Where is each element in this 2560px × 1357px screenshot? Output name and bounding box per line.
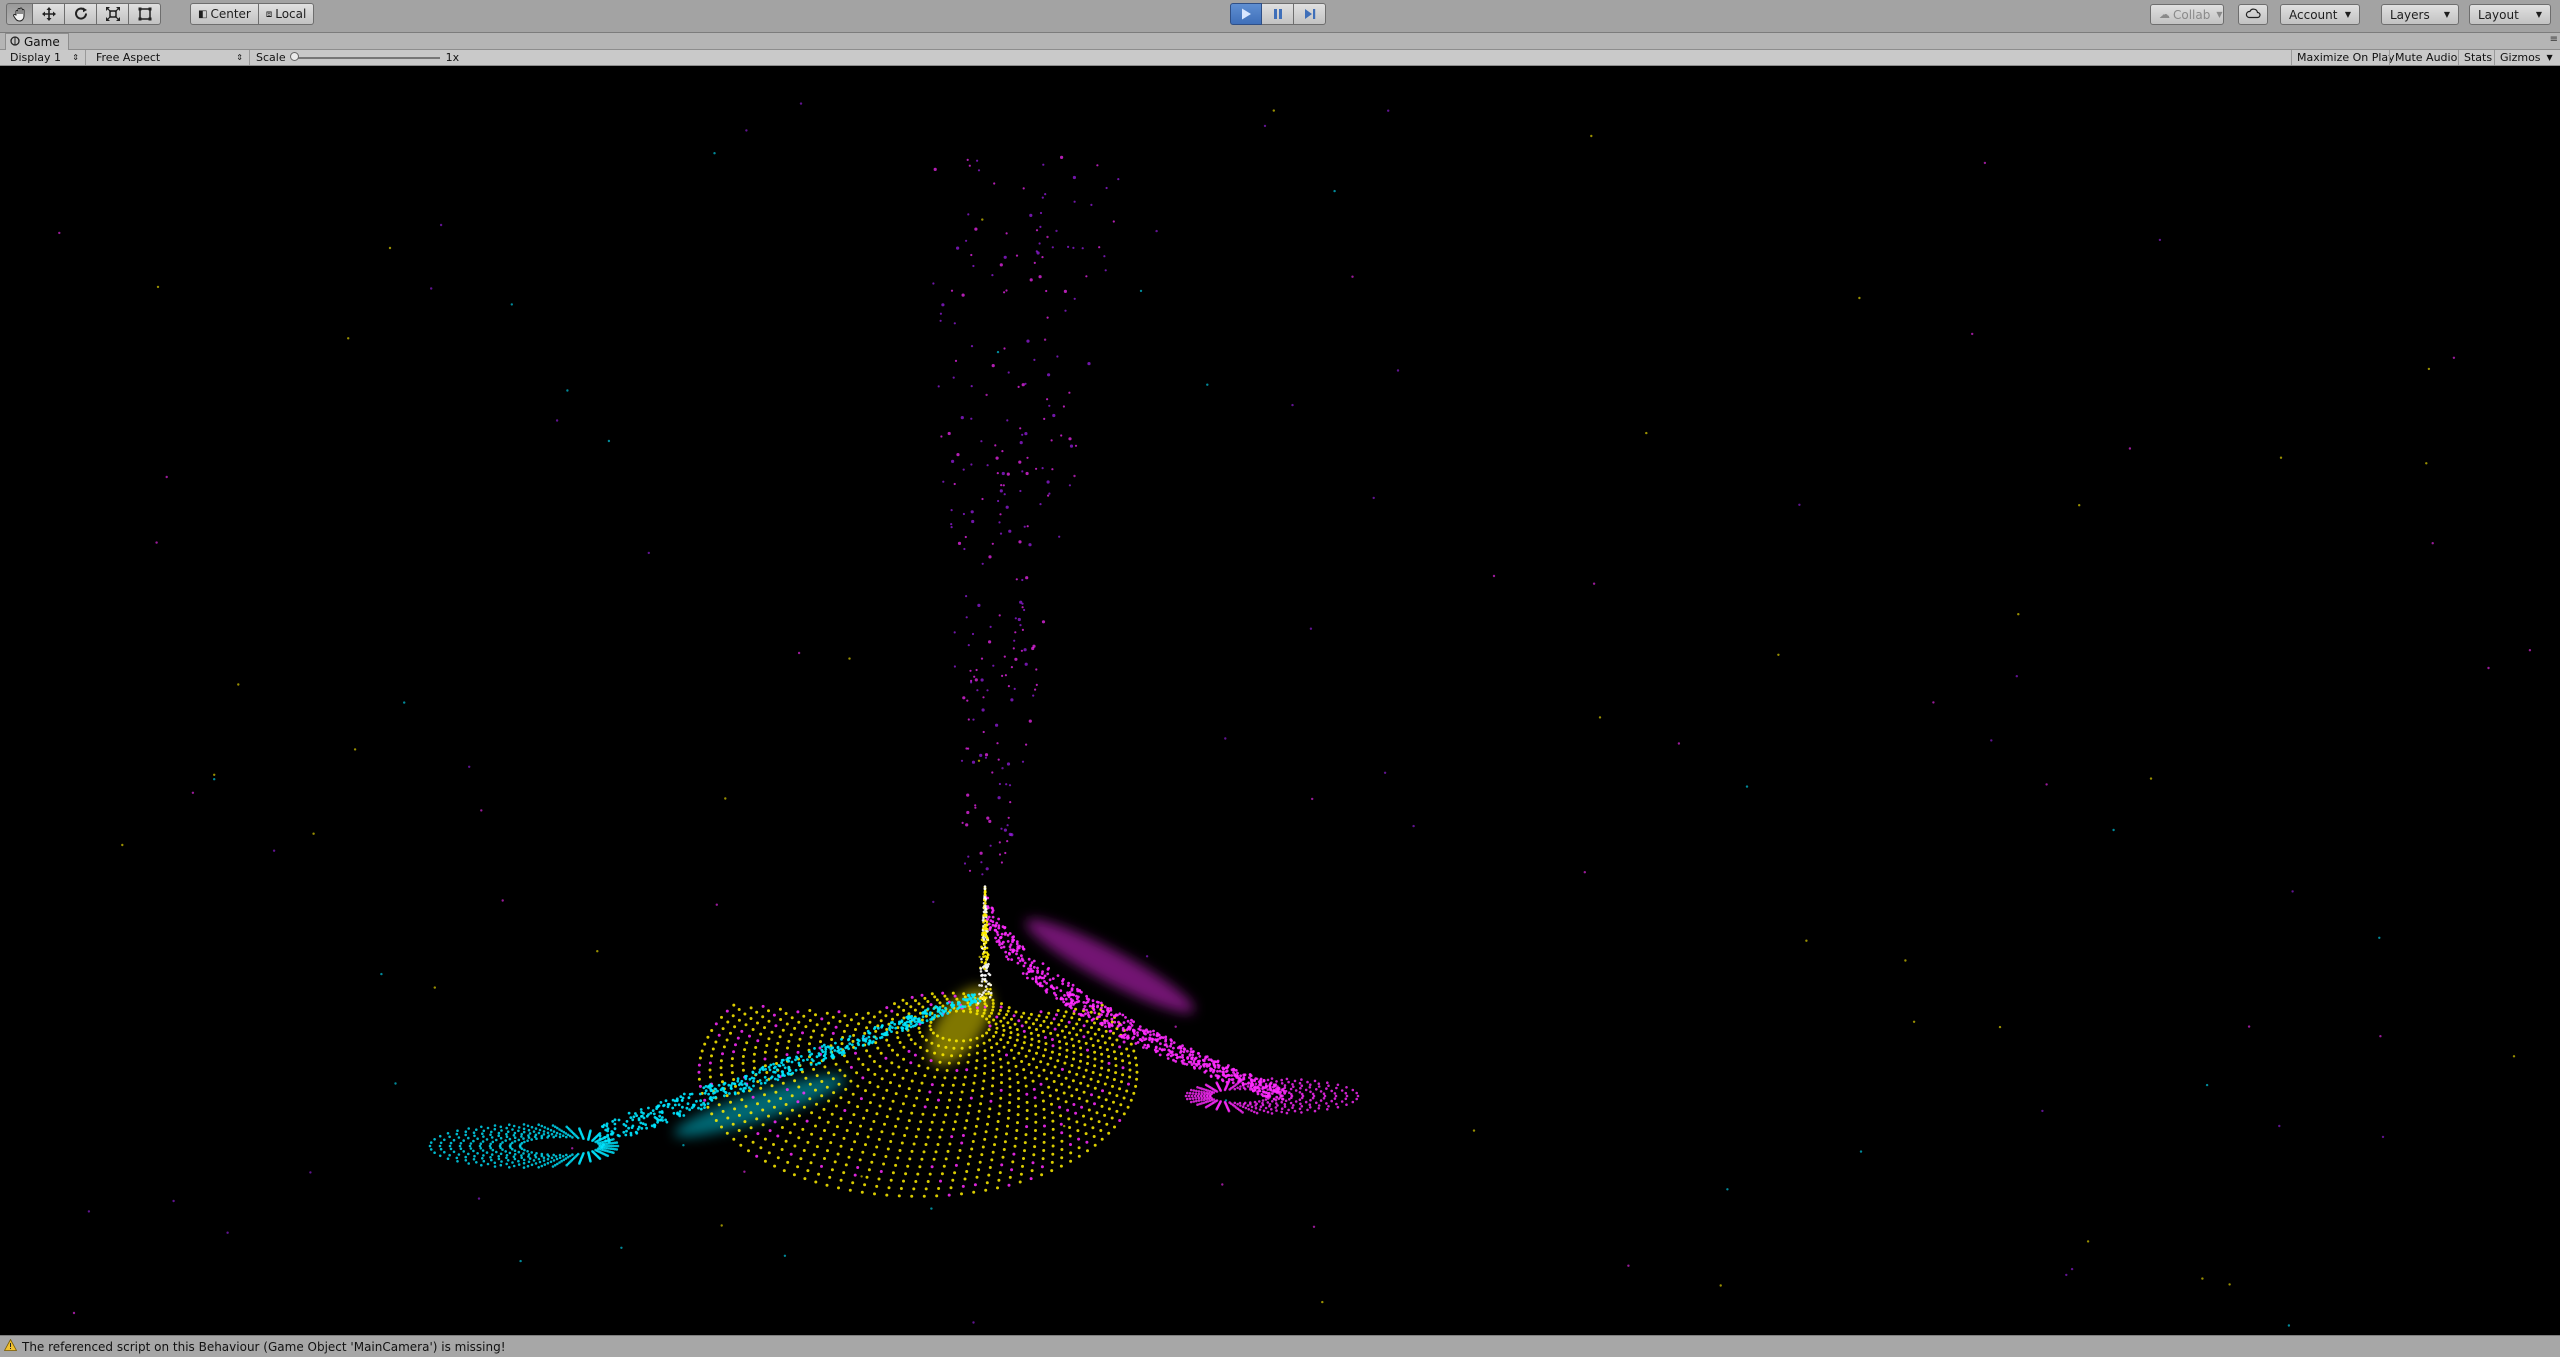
select-arrows-icon: ⇕	[72, 53, 79, 62]
panel-menu-icon[interactable]: ≡	[2550, 34, 2558, 45]
transform-tools	[6, 3, 161, 25]
layout-dropdown[interactable]: Layout ▼	[2469, 4, 2551, 25]
chevron-down-icon: ▼	[2443, 10, 2450, 19]
warning-icon	[3, 1338, 18, 1354]
console-status-bar[interactable]: The referenced script on this Behaviour …	[0, 1335, 2560, 1357]
move-icon	[41, 6, 57, 22]
play-icon	[1239, 7, 1253, 21]
scale-control: Scale 1x	[256, 50, 459, 65]
cloud-icon	[2245, 7, 2261, 22]
scale-label: Scale	[256, 51, 286, 64]
rect-transform-icon	[137, 6, 153, 22]
rotate-tool-button[interactable]	[65, 3, 97, 25]
chevron-down-icon: ▼	[2216, 10, 2223, 19]
select-arrows-icon: ⇕	[236, 53, 243, 62]
aspect-select[interactable]: Free Aspect ⇕	[90, 50, 250, 65]
hand-icon	[12, 6, 28, 22]
game-view-toolbar: Display 1 ⇕ Free Aspect ⇕ Scale 1x Maxim…	[0, 50, 2560, 66]
local-space-icon: ⧈	[265, 8, 273, 20]
tab-game-label: Game	[24, 35, 60, 49]
pause-button[interactable]	[1262, 3, 1294, 25]
mute-audio-toggle[interactable]: Mute Audio	[2389, 50, 2462, 65]
game-viewport[interactable]	[0, 66, 2560, 1335]
account-dropdown[interactable]: Account ▼	[2280, 4, 2360, 25]
layout-label: Layout	[2478, 7, 2519, 22]
pivot-mode-button[interactable]: ◧ Center	[190, 3, 259, 25]
game-controller-icon	[10, 35, 20, 49]
collab-label: Collab	[2173, 7, 2211, 22]
display-select[interactable]: Display 1 ⇕	[4, 50, 86, 65]
gizmos-label: Gizmos	[2500, 51, 2541, 64]
layers-label: Layers	[2390, 7, 2430, 22]
main-toolbar: ◧ Center ⧈ Local ☁ Collab ▼ Account ▼ La…	[0, 0, 2560, 33]
scale-slider-thumb[interactable]	[289, 51, 299, 61]
stats-label: Stats	[2464, 51, 2493, 64]
pause-icon	[1271, 7, 1285, 21]
chevron-down-icon: ▼	[2535, 10, 2542, 19]
move-tool-button[interactable]	[33, 3, 65, 25]
hand-tool-button[interactable]	[6, 3, 33, 25]
scale-value: 1x	[445, 51, 460, 64]
collab-dropdown[interactable]: ☁ Collab ▼	[2150, 4, 2224, 25]
scale-slider[interactable]	[289, 51, 440, 61]
chevron-down-icon: ▼	[2546, 53, 2553, 62]
cloud-button[interactable]	[2238, 4, 2268, 25]
rotate-icon	[73, 6, 89, 22]
account-label: Account	[2289, 7, 2338, 22]
chevron-down-icon: ▼	[2344, 10, 2351, 19]
play-controls	[1230, 3, 1326, 25]
gizmos-dropdown[interactable]: Gizmos ▼	[2494, 50, 2560, 65]
pivot-space-label: Local	[275, 7, 307, 21]
mute-audio-label: Mute Audio	[2395, 51, 2458, 64]
tab-bar: Game ≡	[0, 33, 2560, 50]
step-icon	[1303, 7, 1317, 21]
collab-icon: ☁	[2159, 8, 2170, 21]
pivot-space-button[interactable]: ⧈ Local	[258, 3, 315, 25]
pivot-toggles: ◧ Center ⧈ Local	[190, 3, 315, 25]
maximize-on-play-toggle[interactable]: Maximize On Play	[2291, 50, 2400, 65]
stats-toggle[interactable]: Stats	[2458, 50, 2497, 65]
particle-system-render	[58, 102, 2532, 1327]
status-message: The referenced script on this Behaviour …	[22, 1339, 506, 1354]
scale-icon	[105, 6, 121, 22]
scale-tool-button[interactable]	[97, 3, 129, 25]
maximize-on-play-label: Maximize On Play	[2297, 51, 2395, 64]
layers-dropdown[interactable]: Layers ▼	[2381, 4, 2459, 25]
pivot-mode-label: Center	[210, 7, 251, 21]
tab-game[interactable]: Game	[5, 33, 69, 50]
rect-tool-button[interactable]	[129, 3, 161, 25]
pivot-center-icon: ◧	[198, 8, 208, 20]
play-button[interactable]	[1230, 3, 1262, 25]
display-label: Display 1	[10, 51, 62, 64]
aspect-label: Free Aspect	[96, 51, 161, 64]
step-button[interactable]	[1294, 3, 1326, 25]
